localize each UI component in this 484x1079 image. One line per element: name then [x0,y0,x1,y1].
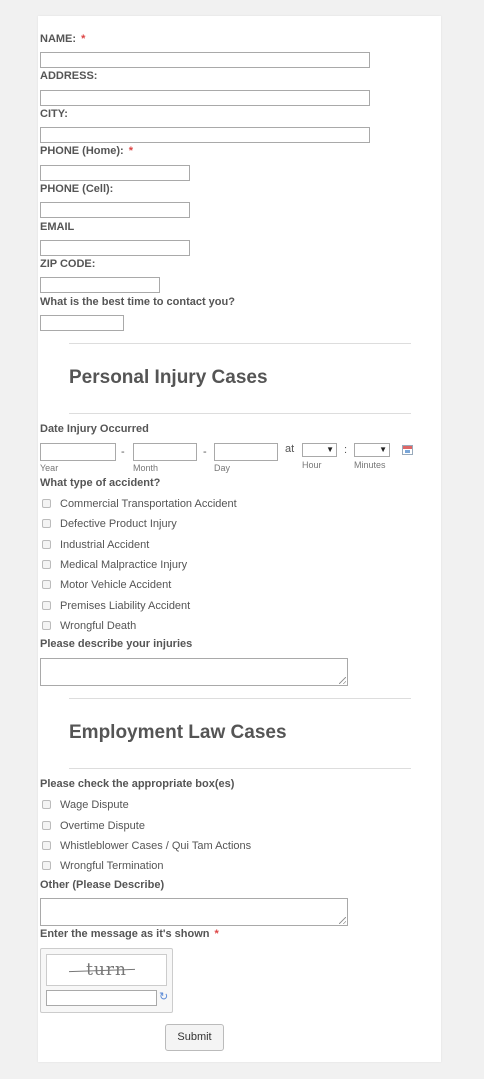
checkbox[interactable] [42,821,51,831]
other-textarea[interactable] [40,898,348,926]
zip-label: ZIP CODE: [40,258,96,270]
phone-home-input[interactable] [40,165,190,181]
checkbox-label: Medical Malpractice Injury [60,558,188,571]
phone-home-label: PHONE (Home): * [40,145,134,157]
calendar-icon[interactable] [402,445,413,455]
captcha-input[interactable] [46,990,157,1006]
month-input[interactable] [133,443,197,461]
checkbox-label: Overtime Dispute [60,819,145,832]
checkbox-row[interactable]: Motor Vehicle Accident [42,576,172,591]
checkbox[interactable] [42,861,51,871]
divider [69,698,411,699]
checkbox-label: Defective Product Injury [60,517,177,530]
month-sublabel: Month [133,463,159,473]
checkbox-label: Whistleblower Cases / Qui Tam Actions [60,839,252,852]
check-boxes-label: Please check the appropriate box(es) [40,778,235,790]
year-input[interactable] [40,443,116,461]
checkbox-label: Commercial Transportation Accident [60,497,237,510]
injuries-textarea[interactable] [40,658,348,686]
captcha-label: Enter the message as it's shown * [40,928,219,940]
checkbox-label: Motor Vehicle Accident [60,578,172,591]
date-separator: - [203,446,207,458]
checkbox-row[interactable]: Overtime Dispute [42,817,145,832]
resize-handle-icon[interactable] [339,677,346,684]
checkbox-label: Premises Liability Accident [60,599,191,612]
checkbox-row[interactable]: Wage Dispute [42,796,129,811]
checkbox[interactable] [42,800,51,810]
required-marker: * [128,145,134,157]
best-time-input[interactable] [40,315,124,331]
minutes-select[interactable]: ▼ [354,443,390,457]
divider [69,768,411,769]
checkbox-row[interactable]: Wrongful Death [42,617,137,632]
checkbox[interactable] [42,519,51,529]
divider [69,343,411,344]
refresh-icon[interactable]: ↻ [159,991,171,1003]
checkbox-label: Wrongful Termination [60,859,164,872]
email-input[interactable] [40,240,190,256]
captcha-widget: turn ↻ [40,948,173,1013]
chevron-down-icon: ▼ [326,445,334,454]
required-marker: * [81,33,86,45]
checkbox[interactable] [42,621,51,631]
hour-sublabel: Hour [302,460,322,470]
checkbox-row[interactable]: Medical Malpractice Injury [42,556,188,571]
checkbox[interactable] [42,601,51,611]
minutes-sublabel: Minutes [354,460,386,470]
accident-type-label: What type of accident? [40,477,161,489]
name-input[interactable] [40,52,370,68]
checkbox-row[interactable]: Industrial Accident [42,536,150,551]
checkbox-row[interactable]: Whistleblower Cases / Qui Tam Actions [42,837,252,852]
describe-injuries-label: Please describe your injuries [40,638,193,650]
year-sublabel: Year [40,463,59,473]
checkbox[interactable] [42,841,51,851]
hour-select[interactable]: ▼ [302,443,337,457]
resize-handle-icon[interactable] [339,917,346,924]
submit-button[interactable]: Submit [165,1024,224,1051]
day-input[interactable] [214,443,278,461]
other-label: Other (Please Describe) [40,879,165,891]
checkbox-label: Industrial Accident [60,538,150,551]
city-label: CITY: [40,108,68,120]
checkbox[interactable] [42,540,51,550]
zip-input[interactable] [40,277,160,293]
day-sublabel: Day [214,463,231,473]
employment-title: Employment Law Cases [69,722,287,743]
form-card: NAME: * ADDRESS: CITY: PHONE (Home): * PHO… [38,16,441,1062]
name-label: NAME: * [40,33,86,45]
checkbox[interactable] [42,499,51,509]
personal-injury-title: Personal Injury Cases [69,367,268,388]
date-injury-label: Date Injury Occurred [40,423,149,435]
email-label: EMAIL [40,221,75,233]
best-time-label: What is the best time to contact you? [40,296,235,308]
time-separator: : [344,444,348,456]
chevron-down-icon: ▼ [379,445,387,454]
address-input[interactable] [40,90,370,106]
city-input[interactable] [40,127,370,143]
address-label: ADDRESS: [40,70,98,82]
checkbox-row[interactable]: Wrongful Termination [42,857,164,872]
checkbox-row[interactable]: Commercial Transportation Accident [42,495,237,510]
at-label: at [285,443,295,455]
phone-cell-input[interactable] [40,202,190,218]
captcha-image: turn [46,954,167,986]
checkbox[interactable] [42,560,51,570]
divider [69,413,411,414]
checkbox-label: Wage Dispute [60,798,129,811]
date-separator: - [121,446,125,458]
checkbox-label: Wrongful Death [60,619,137,632]
required-marker: * [214,928,219,940]
checkbox-row[interactable]: Premises Liability Accident [42,597,191,612]
checkbox-row[interactable]: Defective Product Injury [42,515,177,530]
phone-cell-label: PHONE (Cell): [40,183,114,195]
checkbox[interactable] [42,580,51,590]
